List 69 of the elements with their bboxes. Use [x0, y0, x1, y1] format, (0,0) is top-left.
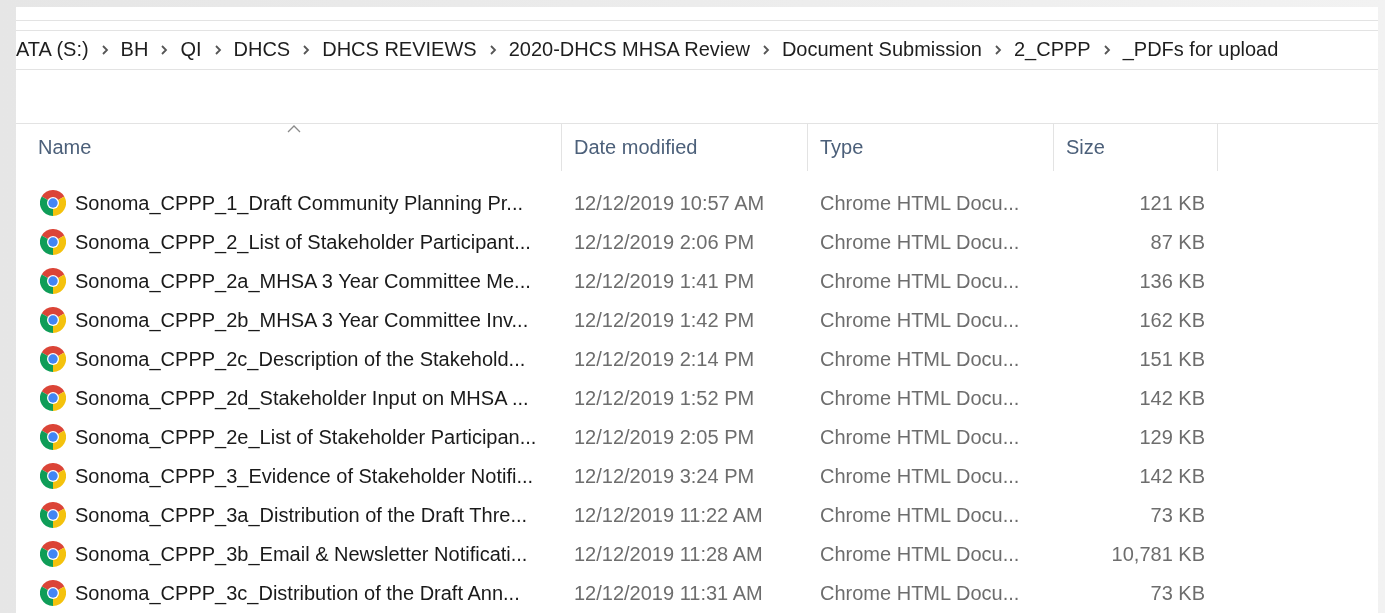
sort-caret-icon — [285, 124, 302, 135]
breadcrumb-item[interactable]: 2_CPPP — [1009, 38, 1095, 62]
chrome-file-icon — [40, 268, 66, 295]
date-modified: 12/12/2019 11:22 AM — [573, 504, 763, 527]
breadcrumb-item[interactable]: DHCS REVIEWS — [318, 38, 481, 62]
file-name[interactable]: Sonoma_CPPP_2b_MHSA 3 Year Committee Inv... — [75, 309, 529, 332]
file-name[interactable]: Sonoma_CPPP_2_List of Stakeholder Participant... — [75, 231, 531, 254]
date-modified: 12/12/2019 1:42 PM — [573, 309, 755, 332]
file-type: Chrome HTML Docu... — [819, 426, 1020, 449]
chrome-file-icon — [40, 385, 66, 412]
chrome-file-icon — [40, 580, 66, 607]
file-type: Chrome HTML Docu... — [819, 582, 1020, 605]
date-modified: 12/12/2019 10:57 AM — [573, 192, 765, 215]
file-type: Chrome HTML Docu... — [819, 387, 1020, 410]
file-type: Chrome HTML Docu... — [819, 465, 1020, 488]
date-modified: 12/12/2019 11:28 AM — [573, 543, 763, 566]
file-name[interactable]: Sonoma_CPPP_2c_Description of the Stakehold... — [75, 348, 526, 371]
file-type: Chrome HTML Docu... — [819, 543, 1020, 566]
file-name[interactable]: Sonoma_CPPP_2a_MHSA 3 Year Committee Me... — [75, 270, 531, 293]
date-modified: 12/12/2019 11:31 AM — [573, 582, 763, 605]
file-type: Chrome HTML Docu... — [819, 270, 1020, 293]
file-size: 121 KB — [1139, 192, 1206, 215]
breadcrumb-item[interactable]: _PDFs for upload — [1118, 38, 1283, 62]
file-size: 162 KB — [1139, 309, 1206, 332]
date-modified: 12/12/2019 1:52 PM — [573, 387, 755, 410]
breadcrumb-item[interactable]: QI — [176, 38, 206, 62]
file-type: Chrome HTML Docu... — [819, 231, 1020, 254]
file-size: 151 KB — [1139, 348, 1206, 371]
column-header[interactable]: Date modified — [562, 124, 808, 171]
file-name[interactable]: Sonoma_CPPP_3b_Email & Newsletter Notificati... — [75, 543, 528, 566]
file-size: 142 KB — [1139, 387, 1206, 410]
file-size: 73 KB — [1150, 582, 1206, 605]
chrome-file-icon — [40, 346, 66, 373]
chrome-file-icon — [40, 307, 66, 334]
date-modified: 12/12/2019 2:05 PM — [573, 426, 755, 449]
file-type: Chrome HTML Docu... — [819, 348, 1020, 371]
chrome-file-icon — [40, 190, 66, 217]
chrome-file-icon — [40, 541, 66, 568]
file-size: 10,781 KB — [1111, 543, 1206, 566]
file-name[interactable]: Sonoma_CPPP_2e_List of Stakeholder Participan... — [75, 426, 537, 449]
file-name[interactable]: Sonoma_CPPP_1_Draft Community Planning Pr... — [75, 192, 523, 215]
file-type: Chrome HTML Docu... — [819, 192, 1020, 215]
chrome-file-icon — [40, 502, 66, 529]
file-size: 87 KB — [1150, 231, 1206, 254]
breadcrumb-item[interactable]: Document Submission — [777, 38, 986, 62]
date-modified: 12/12/2019 1:41 PM — [573, 270, 755, 293]
chrome-file-icon — [40, 463, 66, 490]
file-type: Chrome HTML Docu... — [819, 504, 1020, 527]
chrome-file-icon — [40, 424, 66, 451]
chrome-file-icon — [40, 229, 66, 256]
file-name[interactable]: Sonoma_CPPP_3a_Distribution of the Draft Thre... — [75, 504, 528, 527]
date-modified: 12/12/2019 2:06 PM — [573, 231, 755, 254]
breadcrumb-item[interactable]: DHCS — [229, 38, 295, 62]
file-size: 129 KB — [1139, 426, 1206, 449]
breadcrumb-item[interactable]: BH — [116, 38, 153, 62]
file-name[interactable]: Sonoma_CPPP_3_Evidence of Stakeholder Notifi... — [75, 465, 534, 488]
date-modified: 12/12/2019 3:24 PM — [573, 465, 755, 488]
column-header[interactable]: Name — [16, 124, 562, 171]
column-header[interactable]: Type — [808, 124, 1054, 171]
date-modified: 12/12/2019 2:14 PM — [573, 348, 755, 371]
breadcrumb-item[interactable]: 2020-DHCS MHSA Review — [504, 38, 754, 62]
file-name[interactable]: Sonoma_CPPP_2d_Stakeholder Input on MHSA ... — [75, 387, 529, 410]
file-size: 73 KB — [1150, 504, 1206, 527]
column-header[interactable]: Size — [1054, 124, 1218, 171]
file-size: 136 KB — [1139, 270, 1206, 293]
file-name[interactable]: Sonoma_CPPP_3c_Distribution of the Draft Ann... — [75, 582, 520, 605]
file-type: Chrome HTML Docu... — [819, 309, 1020, 332]
file-size: 142 KB — [1139, 465, 1206, 488]
breadcrumb-item[interactable]: ATA (S:) — [16, 38, 93, 62]
